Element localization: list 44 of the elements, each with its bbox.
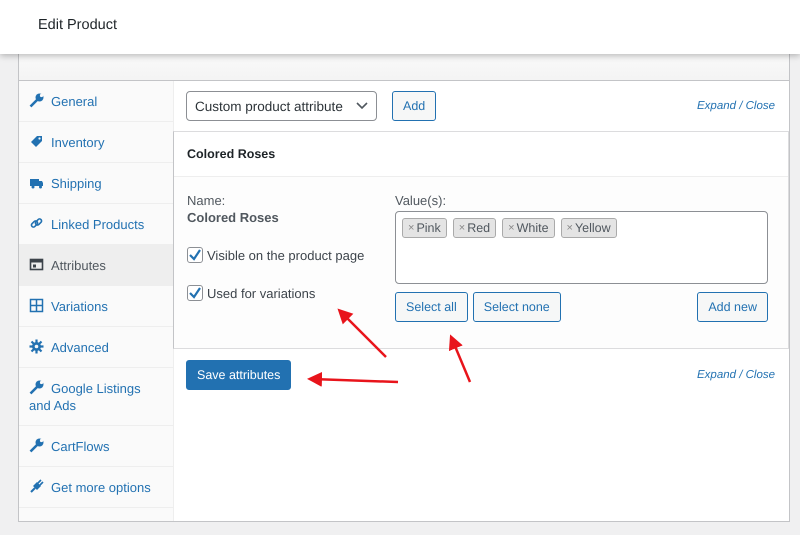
checkbox[interactable]	[187, 285, 203, 301]
values-field[interactable]: × Pink × Red × White × Yellow	[395, 211, 768, 284]
checkbox-label: Visible on the product page	[207, 248, 364, 262]
grid-icon	[29, 298, 44, 313]
attribute-select[interactable]: Custom product attribute	[186, 91, 377, 121]
annotation-arrow	[337, 308, 387, 358]
remove-icon[interactable]: ×	[408, 222, 414, 234]
add-button[interactable]: Add	[392, 91, 436, 121]
wrench-icon	[29, 380, 44, 395]
expand-close-link[interactable]: Expand / Close	[697, 369, 775, 381]
remove-icon[interactable]: ×	[566, 222, 573, 234]
tag-icon	[29, 134, 44, 149]
tag-label: Yellow	[574, 221, 611, 235]
page-title: Edit Product	[38, 17, 117, 33]
link-icon	[29, 216, 44, 231]
checkbox[interactable]	[187, 247, 203, 263]
remove-icon[interactable]: ×	[458, 222, 466, 234]
gear-icon	[29, 339, 44, 354]
caret-icon	[356, 102, 368, 110]
wrench-icon	[29, 438, 44, 453]
select-button[interactable]: Select all	[395, 292, 468, 322]
name-value: Colored Roses	[187, 210, 280, 225]
sidebar-tab[interactable]: Google Listings and Ads	[19, 368, 173, 426]
add-new-button[interactable]: Add new	[697, 292, 768, 322]
select-button[interactable]: Select none	[472, 292, 561, 322]
sidebar-tab[interactable]: Get more options	[19, 467, 173, 508]
remove-icon[interactable]: ×	[508, 222, 515, 234]
name-label: Name:	[187, 193, 226, 208]
tag-label: Red	[467, 221, 490, 235]
sidebar-tab[interactable]: Advanced	[19, 327, 173, 368]
values-label: Value(s):	[395, 193, 448, 208]
attribute-title: Colored Roses	[187, 147, 276, 161]
sidebar-tab[interactable]: CartFlows	[19, 426, 173, 467]
sidebar-tab[interactable]: General	[19, 81, 173, 122]
tag-label: Pink	[416, 221, 441, 235]
checkbox-label: Used for variations	[207, 286, 316, 300]
sidebar-tab[interactable]: Attributes	[19, 245, 173, 286]
annotation-arrow	[448, 334, 472, 382]
expand-close-link[interactable]: Expand / Close	[697, 100, 775, 112]
window-icon	[29, 257, 44, 272]
plug-icon	[29, 479, 44, 494]
tag-label: White	[516, 221, 549, 235]
wrench-icon	[29, 93, 44, 108]
save-attributes-button[interactable]: Save attributes	[186, 360, 292, 390]
